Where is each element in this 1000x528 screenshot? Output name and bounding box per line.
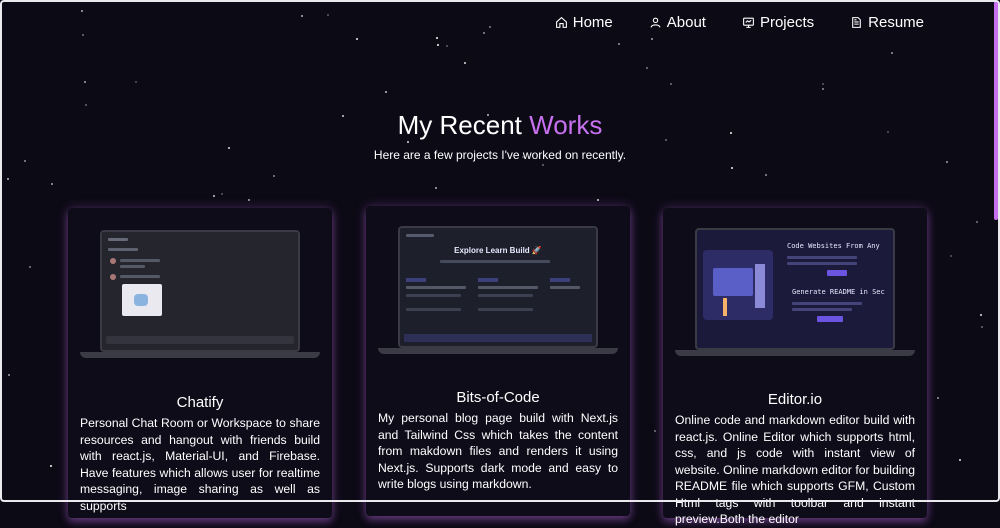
page-subtitle: Here are a few projects I've worked on r… bbox=[373, 148, 627, 162]
nav-home[interactable]: Home bbox=[555, 14, 613, 31]
project-title: Editor.io bbox=[767, 391, 823, 408]
star bbox=[220, 193, 223, 196]
star bbox=[765, 174, 768, 177]
top-navbar: Home About Projects Resume bbox=[555, 14, 924, 31]
star bbox=[49, 464, 52, 467]
star bbox=[85, 104, 88, 107]
star bbox=[650, 37, 653, 40]
nav-about[interactable]: About bbox=[649, 14, 706, 31]
star bbox=[541, 163, 544, 166]
star bbox=[273, 174, 276, 177]
project-preview-image: Code Websites From Any Generate README i… bbox=[675, 228, 915, 356]
project-description: My personal blog page build with Next.js… bbox=[378, 411, 618, 491]
star bbox=[653, 430, 656, 433]
star bbox=[646, 67, 649, 70]
star bbox=[980, 326, 983, 329]
star bbox=[435, 37, 438, 40]
star bbox=[617, 42, 620, 45]
star bbox=[84, 80, 87, 83]
nav-projects-label: Projects bbox=[759, 14, 815, 31]
star bbox=[8, 374, 11, 377]
star bbox=[731, 167, 734, 170]
star bbox=[435, 186, 438, 189]
home-icon bbox=[555, 16, 567, 28]
nav-about-label: About bbox=[666, 14, 706, 31]
page-title: My Recent Works bbox=[0, 110, 1000, 141]
page-title-accent: Works bbox=[529, 110, 603, 140]
project-card-editor-io[interactable]: Code Websites From Any Generate README i… bbox=[663, 208, 927, 526]
star bbox=[213, 194, 215, 197]
nav-resume-label: Resume bbox=[868, 14, 924, 31]
star bbox=[406, 140, 409, 143]
star bbox=[135, 81, 138, 84]
project-description: Personal Chat Room or Workspace to share… bbox=[80, 416, 320, 513]
star bbox=[489, 25, 492, 28]
star bbox=[80, 10, 83, 13]
star bbox=[300, 14, 303, 17]
project-card-bits-of-code[interactable]: Explore Learn Build 🚀 Bits-of-Code My pe… bbox=[366, 206, 630, 516]
star bbox=[436, 44, 439, 47]
star bbox=[980, 314, 983, 317]
star bbox=[975, 220, 978, 223]
screen-heading: Explore Learn Build 🚀 bbox=[454, 246, 542, 255]
star bbox=[464, 61, 467, 64]
nav-home-label: Home bbox=[572, 14, 613, 31]
nav-projects[interactable]: Projects bbox=[742, 14, 814, 31]
user-icon bbox=[650, 17, 661, 28]
star bbox=[445, 44, 448, 47]
star bbox=[936, 397, 939, 400]
star bbox=[82, 33, 85, 36]
star bbox=[51, 182, 54, 185]
project-description: Online code and markdown editor build wi… bbox=[675, 413, 915, 526]
page-title-plain: My Recent bbox=[397, 110, 522, 140]
star bbox=[670, 83, 673, 86]
project-title: Chatify bbox=[176, 394, 224, 411]
star bbox=[949, 254, 952, 257]
page-scrollbar[interactable] bbox=[994, 0, 998, 220]
star bbox=[891, 51, 894, 54]
star bbox=[355, 38, 358, 41]
projects-icon bbox=[743, 17, 754, 28]
screen-line-2: Generate README in Sec bbox=[792, 288, 885, 296]
screen-line-1: Code Websites From Any bbox=[787, 242, 880, 250]
star bbox=[958, 458, 961, 461]
star bbox=[6, 178, 9, 181]
document-icon bbox=[852, 17, 861, 28]
star bbox=[821, 88, 824, 91]
nav-resume[interactable]: Resume bbox=[850, 14, 924, 31]
project-title: Bits-of-Code bbox=[456, 389, 540, 406]
project-preview-image: Explore Learn Build 🚀 bbox=[378, 226, 618, 354]
star bbox=[327, 13, 330, 16]
project-card-chatify[interactable]: Chatify Personal Chat Room or Workspace … bbox=[68, 208, 332, 518]
star bbox=[385, 91, 388, 94]
star bbox=[28, 265, 31, 268]
star bbox=[822, 83, 825, 86]
star bbox=[596, 198, 599, 201]
project-preview-image bbox=[80, 230, 320, 358]
star bbox=[248, 199, 251, 201]
star bbox=[483, 31, 486, 34]
